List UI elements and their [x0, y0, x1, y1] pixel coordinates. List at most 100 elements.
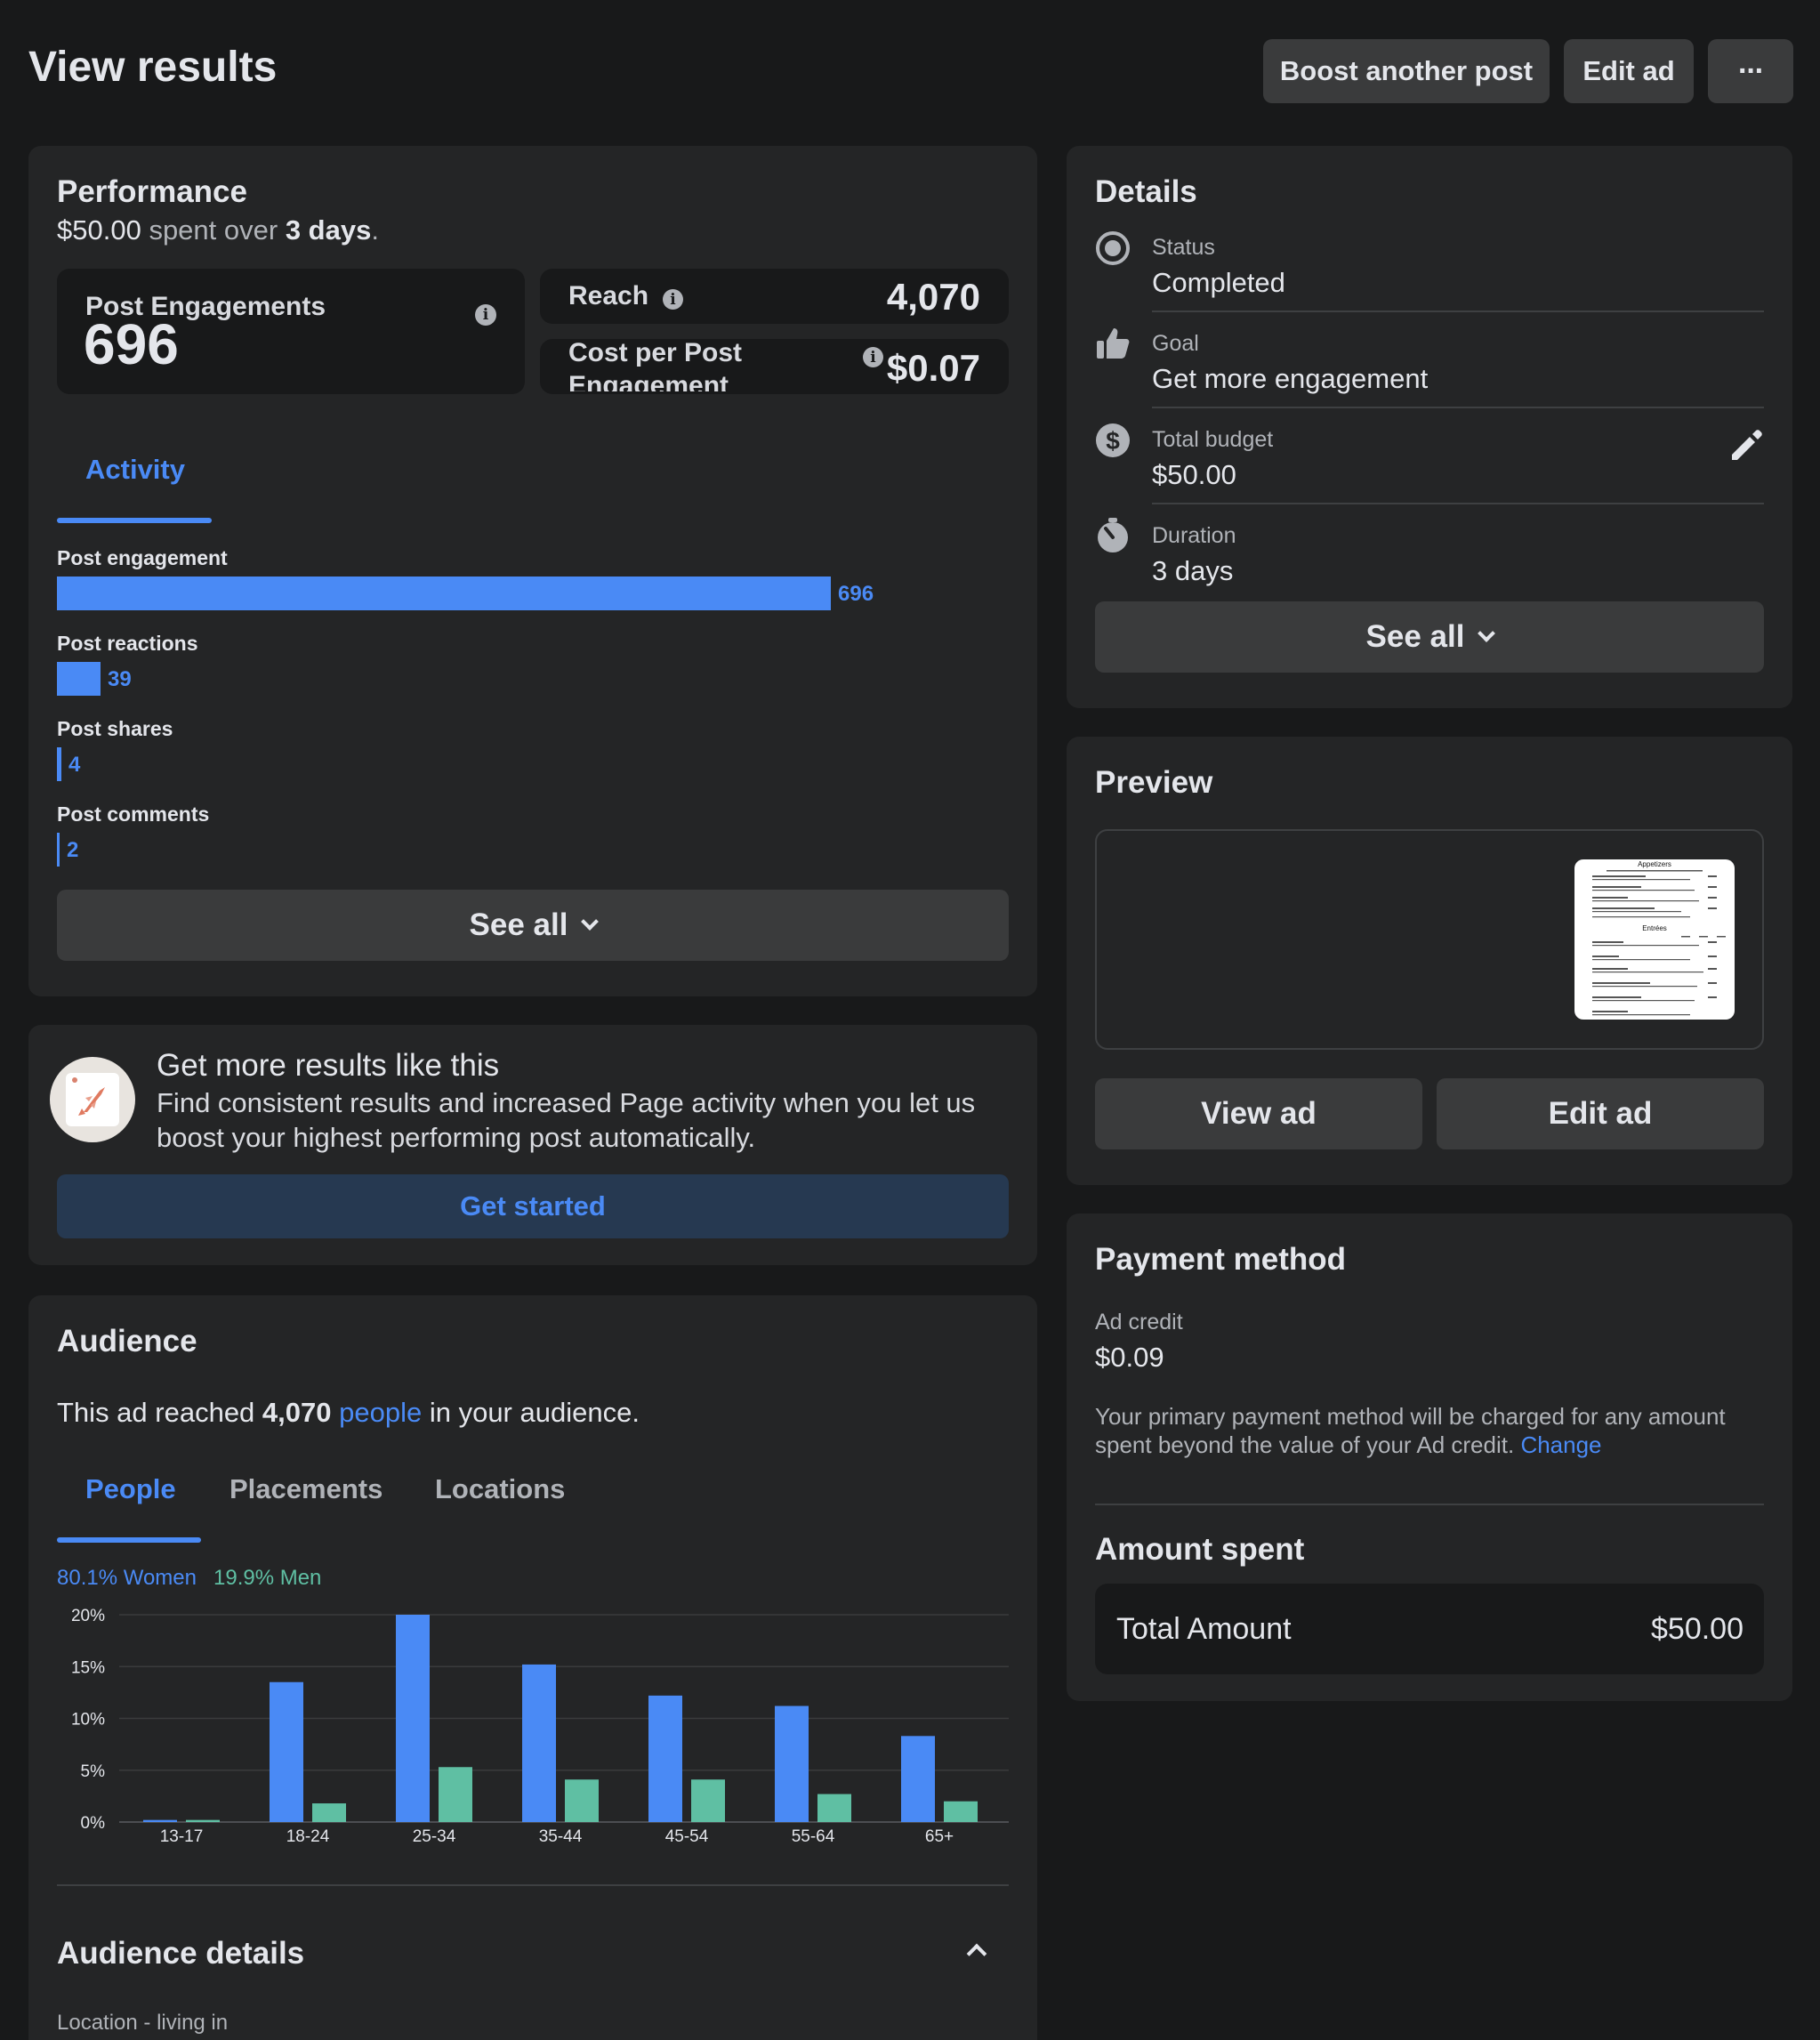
x-tick-label: 35-44	[539, 1827, 583, 1846]
edit-ad-header-button[interactable]: Edit ad	[1564, 39, 1694, 103]
promo-avatar	[50, 1057, 135, 1142]
page-title: View results	[28, 44, 278, 91]
dollar-icon: $	[1095, 423, 1131, 458]
budget-label: Total budget	[1152, 427, 1274, 452]
duration-label: Duration	[1152, 523, 1236, 548]
x-tick-label: 65+	[925, 1827, 954, 1846]
details-divider	[1152, 407, 1764, 408]
audience-details-title: Audience details	[57, 1936, 305, 1971]
activity-value: 4	[68, 753, 81, 777]
get-started-button[interactable]: Get started	[57, 1174, 1009, 1238]
bar-women-65+	[901, 1736, 935, 1822]
activity-bar	[57, 747, 61, 781]
boost-another-post-button[interactable]: Boost another post	[1263, 39, 1550, 103]
bar-men-13-17	[186, 1819, 220, 1822]
activity-value: 39	[108, 667, 132, 691]
activity-label: Post comments	[57, 802, 210, 826]
x-tick-label: 25-34	[413, 1827, 456, 1846]
reach-label: Reach	[568, 281, 649, 310]
location-label: Location - living in	[57, 2011, 229, 2035]
performance-summary: $50.00 spent over 3 days.	[57, 214, 379, 246]
tab-locations[interactable]: Locations	[435, 1473, 565, 1505]
activity-label: Post shares	[57, 717, 173, 740]
total-amount-value: $50.00	[1651, 1612, 1743, 1646]
bar-women-25-34	[396, 1615, 430, 1822]
payment-method-title: Payment method	[1095, 1242, 1346, 1277]
activity-bar	[57, 662, 101, 696]
change-payment-link[interactable]: Change	[1520, 1431, 1601, 1458]
details-see-all-button[interactable]: See all	[1095, 601, 1764, 673]
bar-men-65+	[944, 1801, 978, 1822]
age-gender-chart: 0% 5% 10% 15% 20% 13-17 18-24 25-34 35-44 45-54 55…	[71, 1607, 1009, 1846]
edit-ad-button[interactable]: Edit ad	[1437, 1078, 1764, 1149]
bar-women-18-24	[270, 1681, 303, 1822]
people-tab-underline	[57, 1537, 201, 1543]
status-radio-icon	[1095, 230, 1131, 266]
svg-text:$: $	[1106, 427, 1120, 455]
activity-value: 696	[838, 582, 874, 606]
tab-people[interactable]: People	[85, 1473, 176, 1505]
x-tick-label: 18-24	[286, 1827, 330, 1846]
tab-placements[interactable]: Placements	[230, 1473, 383, 1505]
menu-section: Entrées	[1642, 924, 1667, 932]
more-options-button[interactable]: ···	[1708, 39, 1793, 103]
details-divider	[1152, 310, 1764, 312]
menu-thumbnail[interactable]: Appetizers Entrées	[1574, 859, 1735, 1020]
page-header: View results Boost another post Edit ad …	[0, 0, 1820, 142]
people-link[interactable]: people	[339, 1397, 422, 1428]
info-icon[interactable]: i	[475, 304, 496, 326]
days-count: 3 days	[285, 214, 372, 246]
status-value: Completed	[1152, 267, 1285, 298]
stopwatch-icon	[1095, 518, 1131, 553]
reach-value: 4,070	[886, 276, 980, 318]
summary-post: in your audience.	[422, 1397, 640, 1428]
activity-bar	[57, 833, 60, 867]
y-tick-label: 0%	[81, 1814, 106, 1833]
spent-amount: $50.00	[57, 214, 141, 246]
cpe-info-icon[interactable]: i	[863, 347, 883, 367]
bar-women-13-17	[143, 1819, 177, 1822]
x-tick-label: 13-17	[160, 1827, 204, 1846]
goal-value: Get more engagement	[1152, 363, 1429, 394]
x-tick-label: 55-64	[792, 1827, 835, 1846]
edit-budget-pencil-icon[interactable]	[1728, 428, 1764, 468]
y-tick-label: 5%	[81, 1762, 106, 1781]
details-title: Details	[1095, 174, 1197, 209]
payment-note: Your primary payment method will be char…	[1095, 1402, 1764, 1459]
chevron-down-icon	[581, 913, 600, 931]
x-tick-label: 45-54	[665, 1827, 709, 1846]
ad-credit-value: $0.09	[1095, 1342, 1164, 1373]
chevron-up-icon[interactable]	[966, 1943, 987, 1965]
reach-info-icon[interactable]: i	[663, 289, 683, 310]
cost-per-engagement-value: $0.07	[886, 347, 980, 389]
y-tick-label: 20%	[71, 1607, 105, 1625]
goal-label: Goal	[1152, 331, 1199, 356]
tab-activity[interactable]: Activity	[85, 454, 185, 486]
bar-men-18-24	[312, 1803, 346, 1822]
spent-mid-text: spent over	[141, 214, 286, 246]
bar-men-55-64	[817, 1794, 851, 1822]
view-ad-button[interactable]: View ad	[1095, 1078, 1422, 1149]
bar-men-45-54	[691, 1779, 725, 1822]
bar-women-35-44	[522, 1664, 556, 1822]
total-amount-label: Total Amount	[1116, 1612, 1292, 1646]
ad-credit-label: Ad credit	[1095, 1310, 1183, 1334]
y-tick-label: 15%	[71, 1658, 105, 1677]
performance-see-all-button[interactable]: See all	[57, 890, 1009, 961]
summary-period: .	[371, 214, 379, 246]
activity-bar	[57, 577, 831, 610]
chevron-down-icon	[1478, 625, 1496, 642]
bar-women-45-54	[648, 1695, 682, 1822]
preview-title: Preview	[1095, 765, 1213, 800]
promo-title: Get more results like this	[157, 1048, 500, 1083]
activity-label: Post reactions	[57, 632, 198, 655]
summary-pre: This ad reached	[57, 1397, 262, 1428]
men-legend: 19.9% Men	[213, 1566, 322, 1590]
payment-divider	[1095, 1504, 1764, 1505]
bar-men-25-34	[439, 1767, 472, 1822]
post-engagements-value: 696	[84, 312, 179, 376]
duration-value: 3 days	[1152, 555, 1234, 586]
audience-summary: This ad reached 4,070 people in your aud…	[57, 1397, 640, 1429]
payment-note-text: Your primary payment method will be char…	[1095, 1403, 1726, 1458]
performance-title: Performance	[57, 174, 247, 209]
